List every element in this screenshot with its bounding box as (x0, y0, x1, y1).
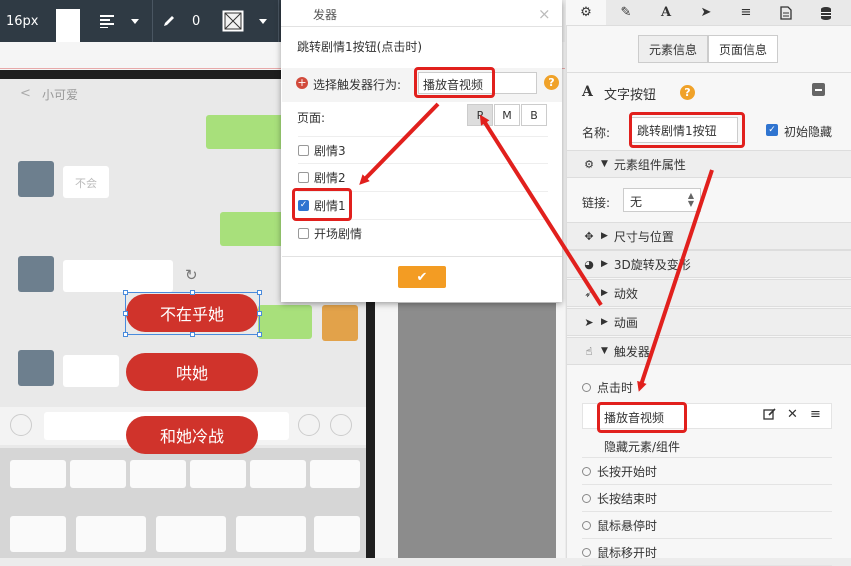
annotation-arrows (359, 102, 714, 392)
